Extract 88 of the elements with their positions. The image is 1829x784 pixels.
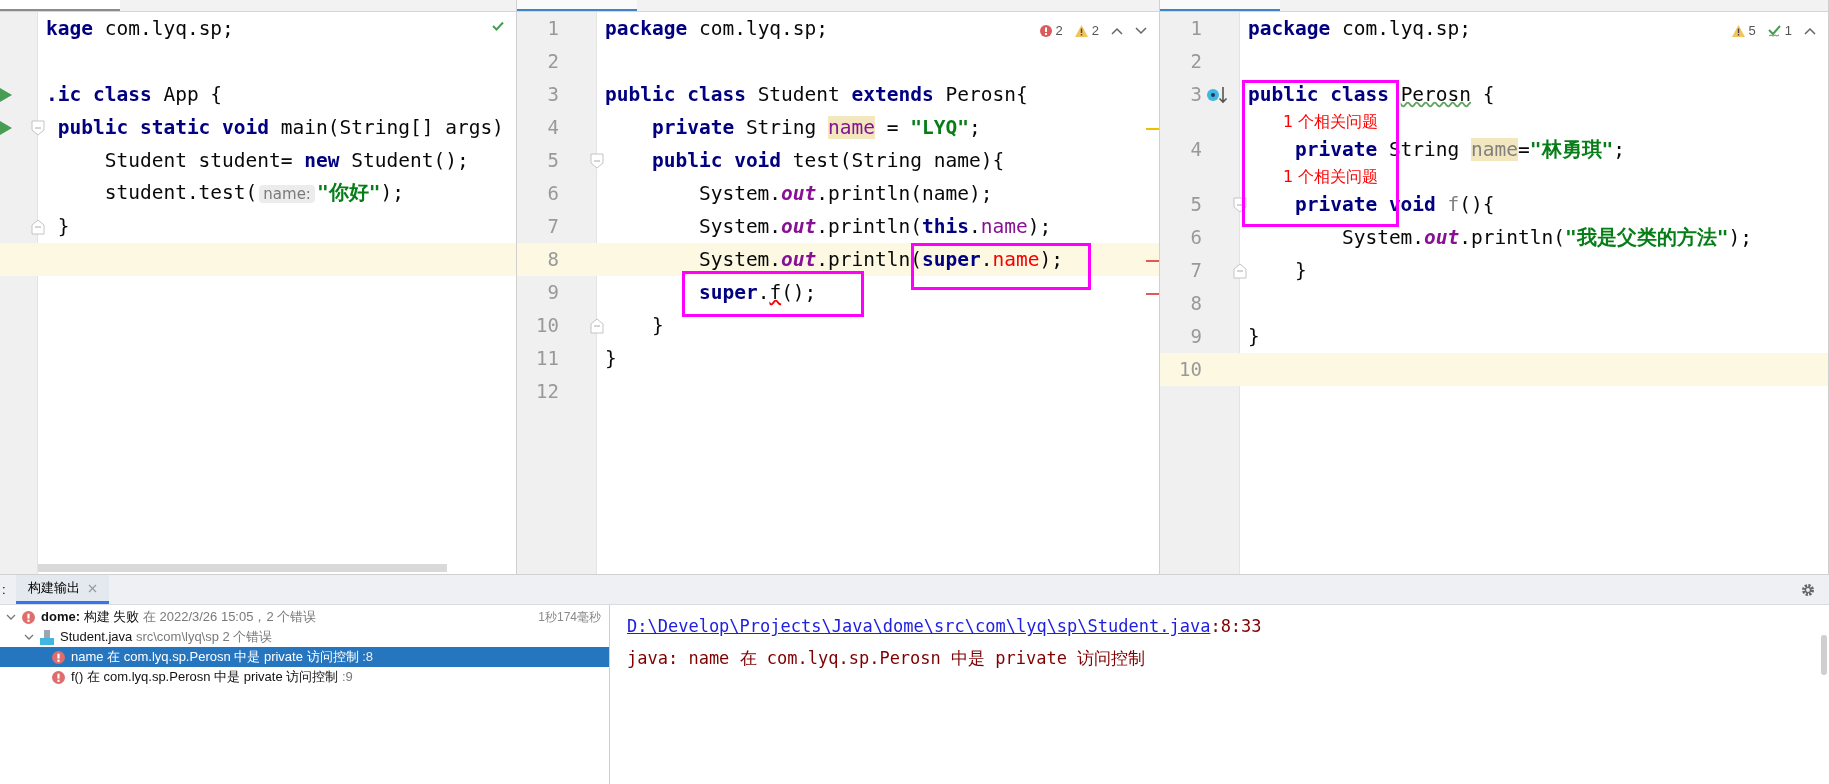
chevron-down-icon[interactable] [6,612,16,622]
panel-edge-text: : [1,580,7,599]
line-number: 2 [1190,49,1202,75]
line-number: 5 [1190,192,1202,218]
error-icon [1039,24,1052,37]
editor-tab[interactable] [517,0,637,11]
editor-tab[interactable] [1160,0,1280,11]
tree-item-label: f() 在 com.lyq.sp.Perosn 中是 private 访问控制 :9 [71,668,353,687]
tree-item-label: dome: 构建 失败 在 2022/3/26 15:05，2 个错误 [41,608,317,627]
code-line: Student student= new Student(); [103,147,469,174]
code-line: package com.lyq.sp; [605,15,829,42]
vertical-scrollbar[interactable] [1821,635,1827,675]
horizontal-scrollbar[interactable] [38,564,447,572]
line-number: 8 [1190,291,1202,317]
code-line: } [1248,323,1260,350]
line-number: 2 [547,49,559,75]
tree-item[interactable]: name 在 com.lyq.sp.Perosn 中是 private 访问控制 :8 [0,647,609,667]
code-line: public void test(String name){ [650,147,1005,174]
chevron-up-icon[interactable] [1111,26,1123,35]
code-line: } [56,213,70,240]
line-number: 12 [536,379,559,405]
spellcheck-icon [1767,24,1781,37]
tree-item-label: Student.java src\com\lyq\sp 2 个错误 [60,628,273,647]
code-line: student.test( name: "你好"); [103,180,404,206]
inlay-hint[interactable]: 1 个相关问题 [1248,111,1379,133]
line-number: 3 [1190,82,1202,108]
line-number: 6 [547,181,559,207]
line-number: 8 [547,247,559,273]
settings-icon[interactable] [1801,582,1815,597]
line-number: 1 [547,16,559,42]
code-line: } [1293,257,1307,284]
panel-tab[interactable]: 构建输出 [15,575,109,604]
run-icon[interactable] [0,120,12,135]
warning-count[interactable]: 5 [1731,21,1756,41]
build-duration: 1秒174毫秒 [538,609,601,626]
line-number: 4 [547,115,559,141]
code-line: private String name = "LYQ"; [650,114,981,141]
error-icon [22,610,35,624]
error-icon [52,650,65,664]
console-line: D:\Develop\Projects\Java\dome\src\com\lyq\sp\Student.java:8:33 [627,615,1262,639]
line-number: 4 [1190,137,1202,163]
code-line: } [605,345,617,372]
code-line: System.out.println("我是父类的方法"); [1340,224,1752,251]
typo-count[interactable]: 1 [1767,21,1792,41]
line-number: 3 [547,82,559,108]
chevron-up-icon[interactable] [1804,26,1816,35]
tree-item-label: name 在 com.lyq.sp.Perosn 中是 private 访问控制 :8 [71,648,373,667]
fold-icon[interactable] [590,152,604,169]
java-file-icon [40,629,54,645]
run-icon[interactable] [0,87,12,102]
line-number: 11 [536,346,559,372]
line-number: 10 [1179,357,1202,383]
console-line: java: name 在 com.lyq.sp.Perosn 中是 private 访问控制 [627,647,1146,671]
tree-item[interactable]: Student.java src\com\lyq\sp 2 个错误 [0,627,609,647]
line-number: 10 [536,313,559,339]
code-line: } [650,312,664,339]
warning-count[interactable]: 2 [1074,21,1099,41]
error-count[interactable]: 2 [1039,21,1063,41]
code-line: public class Perosn { [1248,81,1495,108]
code-line: public class Student extends Perosn{ [605,81,1028,108]
code-line: public static void main(String[] args) [56,114,504,141]
override-icon[interactable] [1206,85,1228,104]
line-number: 7 [547,214,559,240]
code-line: package com.lyq.sp; [1248,15,1472,42]
code-line: .ic class App { [46,81,223,108]
warning-icon [1074,24,1088,37]
warning-icon [1731,24,1745,37]
line-number: 5 [547,148,559,174]
line-number: 6 [1190,225,1202,251]
chevron-down-icon[interactable] [1135,26,1147,35]
line-number: 1 [1190,16,1202,42]
code-line: System.out.println(this.name); [697,213,1052,240]
tree-item[interactable]: dome: 构建 失败 在 2022/3/26 15:05，2 个错误 1秒174毫秒 [0,607,609,627]
close-icon[interactable] [87,583,97,593]
inlay-hint[interactable]: 1 个相关问题 [1248,166,1379,188]
check-icon[interactable] [492,21,504,31]
fold-icon[interactable] [31,119,45,136]
tree-item[interactable]: f() 在 com.lyq.sp.Perosn 中是 private 访问控制 :9 [0,667,609,687]
code-line: System.out.println(name); [697,180,993,207]
error-icon [52,670,65,684]
line-number: 9 [1190,324,1202,350]
line-number: 7 [1190,258,1202,284]
code-line: kage com.lyq.sp; [46,15,234,42]
chevron-down-icon[interactable] [24,632,34,642]
editor-tab[interactable] [0,0,120,11]
file-link[interactable]: D:\Develop\Projects\Java\dome\src\com\lyq\sp\Student.java [627,616,1211,637]
code-line: super.f(); [697,279,817,306]
line-number: 9 [547,280,559,306]
